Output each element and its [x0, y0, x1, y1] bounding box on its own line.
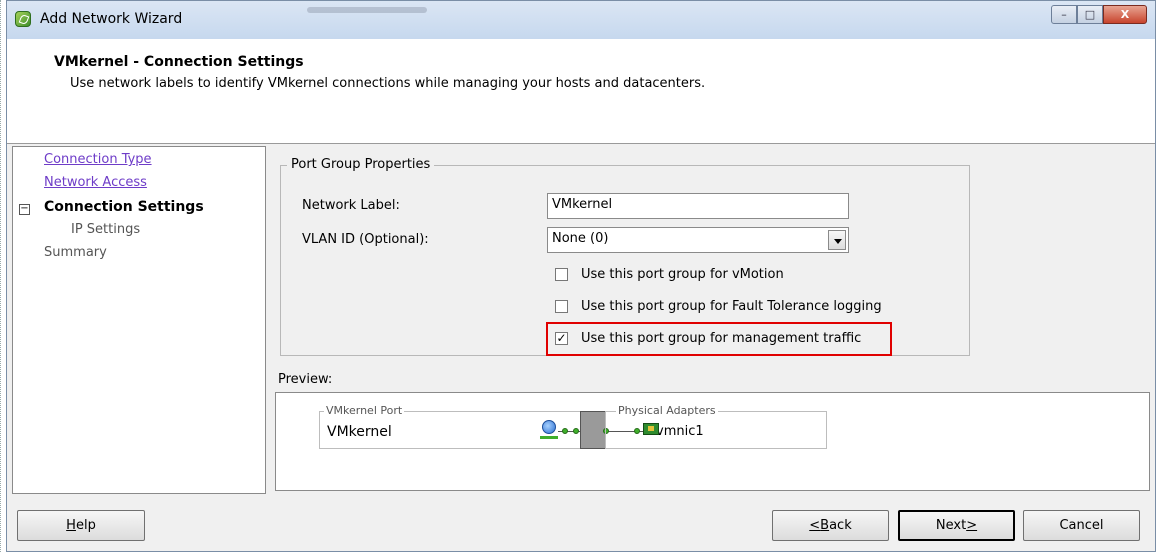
- title-bar[interactable]: Add Network Wizard – □ X: [7, 1, 1155, 40]
- nav-item-summary: Summary: [44, 245, 107, 260]
- vlan-id-caption: VLAN ID (Optional):: [302, 232, 429, 247]
- nav-item-network-access[interactable]: Network Access: [44, 175, 147, 190]
- nav-item-connection-type[interactable]: Connection Type: [44, 152, 152, 167]
- wizard-header: VMkernel - Connection Settings Use netwo…: [7, 39, 1155, 144]
- vmkernel-switch-dot: [573, 428, 579, 434]
- network-adapter-icon: [643, 423, 659, 435]
- next-button-mnemonic: >: [966, 518, 978, 533]
- vmkernel-port-legend: VMkernel Port: [324, 404, 405, 417]
- cancel-button[interactable]: Cancel: [1023, 510, 1140, 541]
- vmotion-checkbox[interactable]: [555, 267, 568, 281]
- page-title: VMkernel - Connection Settings: [54, 54, 304, 70]
- app-icon: [15, 11, 31, 27]
- nav-item-ip-settings: IP Settings: [71, 222, 141, 237]
- help-button-mnemonic: H: [66, 518, 76, 533]
- close-button[interactable]: X: [1103, 5, 1147, 24]
- minimize-button[interactable]: –: [1051, 5, 1077, 24]
- vmkernel-port-name: VMkernel: [327, 424, 392, 440]
- back-button-prefix: <: [809, 518, 821, 533]
- page-subtitle: Use network labels to identify VMkernel …: [70, 76, 706, 91]
- network-label-input[interactable]: VMkernel: [547, 193, 849, 219]
- help-button-label: elp: [75, 518, 96, 533]
- back-button[interactable]: < Back: [772, 510, 889, 541]
- back-button-label: ack: [829, 518, 852, 533]
- collapse-toggle-icon[interactable]: −: [19, 204, 30, 215]
- next-button-label: Next: [935, 518, 967, 533]
- network-port-base-icon: [540, 436, 558, 439]
- vmotion-checkbox-row[interactable]: Use this port group for vMotion: [555, 265, 784, 283]
- physical-adapter-name: vmnic1: [656, 424, 704, 439]
- preview-label: Preview:: [278, 372, 333, 387]
- vlan-id-value: None (0): [552, 231, 609, 246]
- wizard-steps-nav: Connection Type Network Access − Connect…: [12, 146, 266, 494]
- window-title: Add Network Wizard: [40, 11, 183, 27]
- fault-tolerance-checkbox-label: Use this port group for Fault Tolerance …: [581, 298, 882, 314]
- highlight-box: [546, 322, 892, 356]
- physical-adapters-legend: Physical Adapters: [616, 404, 718, 417]
- title-glow-decoration: [307, 7, 427, 13]
- chevron-down-icon[interactable]: [828, 230, 846, 250]
- fault-tolerance-checkbox[interactable]: [555, 299, 568, 313]
- back-button-mnemonic: B: [820, 518, 830, 533]
- physical-adapters-box: Physical Adapters vmnic1: [605, 404, 827, 449]
- help-button[interactable]: Help: [17, 510, 145, 541]
- left-dotted-edge: [0, 0, 5, 552]
- nav-item-connection-settings: Connection Settings: [44, 199, 204, 215]
- port-group-legend: Port Group Properties: [287, 157, 435, 172]
- next-button[interactable]: Next >: [898, 510, 1015, 541]
- vmotion-checkbox-label: Use this port group for vMotion: [581, 266, 784, 282]
- maximize-button[interactable]: □: [1077, 5, 1103, 24]
- network-port-icon: [542, 420, 556, 434]
- window-controls: – □ X: [1051, 5, 1147, 24]
- vmkernel-link-dot: [562, 428, 568, 434]
- vlan-id-select[interactable]: None (0): [547, 227, 849, 253]
- fault-tolerance-checkbox-row[interactable]: Use this port group for Fault Tolerance …: [555, 297, 882, 315]
- network-label-caption: Network Label:: [302, 198, 400, 213]
